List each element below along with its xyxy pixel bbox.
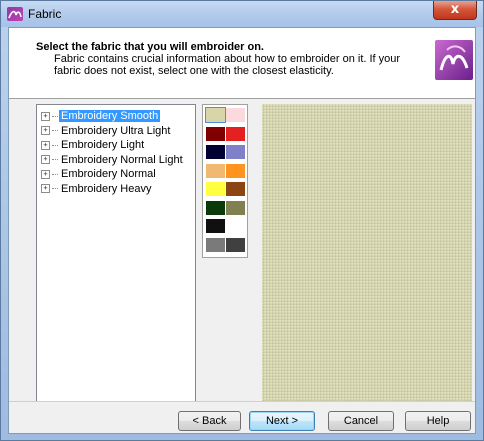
color-swatch[interactable] [206, 182, 225, 196]
dialog-body: Select the fabric that you will embroide… [8, 27, 476, 434]
page-title: Select the fabric that you will embroide… [36, 41, 264, 53]
wizard-logo-icon [435, 40, 473, 80]
close-button[interactable]: x [433, 1, 477, 20]
color-swatch[interactable] [206, 126, 225, 141]
expand-icon[interactable]: + [41, 140, 50, 150]
tree-item[interactable]: + Embroidery Normal Light [41, 153, 185, 167]
tree-item[interactable]: + Embroidery Ultra Light [41, 124, 172, 138]
expand-icon[interactable]: + [41, 169, 50, 179]
color-swatch[interactable] [226, 182, 245, 196]
tree-item-label: Embroidery Normal Light [61, 153, 183, 166]
tree-item[interactable]: + Embroidery Heavy [41, 182, 153, 196]
color-swatch[interactable] [226, 126, 245, 141]
fabric-tree[interactable]: + Embroidery Smooth + Embroidery Ultra Ligh… [36, 104, 196, 402]
color-swatch[interactable] [206, 163, 225, 178]
color-swatch[interactable] [226, 219, 245, 233]
tree-connector [52, 188, 58, 190]
tree-connector [52, 130, 58, 132]
expand-icon[interactable]: + [41, 111, 50, 121]
tree-item-label: Embroidery Heavy [61, 182, 152, 195]
expand-icon[interactable]: + [41, 184, 50, 194]
cancel-button[interactable]: Cancel [328, 411, 394, 431]
color-swatch[interactable] [226, 200, 245, 215]
color-swatch[interactable] [226, 163, 245, 178]
fabric-preview [262, 104, 472, 402]
tree-connector [52, 144, 58, 146]
tree-item-label: Embroidery Light [61, 139, 145, 151]
help-button[interactable]: Help [405, 411, 471, 431]
color-swatch[interactable] [206, 237, 225, 252]
color-swatch[interactable] [226, 237, 245, 252]
color-swatch[interactable] [205, 107, 226, 123]
tree-connector [52, 115, 58, 117]
color-swatch-palette [202, 104, 248, 258]
tree-item[interactable]: + Embroidery Smooth [41, 109, 161, 123]
next-button[interactable]: Next > [249, 411, 315, 431]
page-description: Fabric contains crucial information abou… [54, 53, 401, 77]
app-logo-icon [7, 7, 23, 21]
tree-item[interactable]: + Embroidery Light [41, 138, 146, 152]
color-swatch[interactable] [226, 145, 245, 159]
footer-divider [9, 401, 475, 402]
expand-icon[interactable]: + [41, 155, 50, 165]
color-swatch[interactable] [206, 219, 225, 233]
color-swatch[interactable] [206, 145, 225, 159]
back-button[interactable]: < Back [178, 411, 241, 431]
tree-item-label: Embroidery Normal [61, 168, 156, 180]
tree-item-label: Embroidery Ultra Light [61, 124, 171, 137]
title-bar: Fabric x [1, 1, 483, 27]
tree-item-label: Embroidery Smooth [59, 110, 161, 122]
expand-icon[interactable]: + [41, 126, 50, 136]
color-swatch[interactable] [226, 108, 245, 122]
color-swatch[interactable] [206, 200, 225, 215]
tree-item[interactable]: + Embroidery Normal [41, 167, 158, 181]
tree-connector [52, 159, 58, 161]
wizard-header: Select the fabric that you will embroide… [9, 28, 475, 99]
window-title: Fabric [28, 7, 62, 21]
fabric-dialog: Fabric x Select the fabric that you will… [0, 0, 484, 441]
tree-connector [52, 173, 58, 175]
